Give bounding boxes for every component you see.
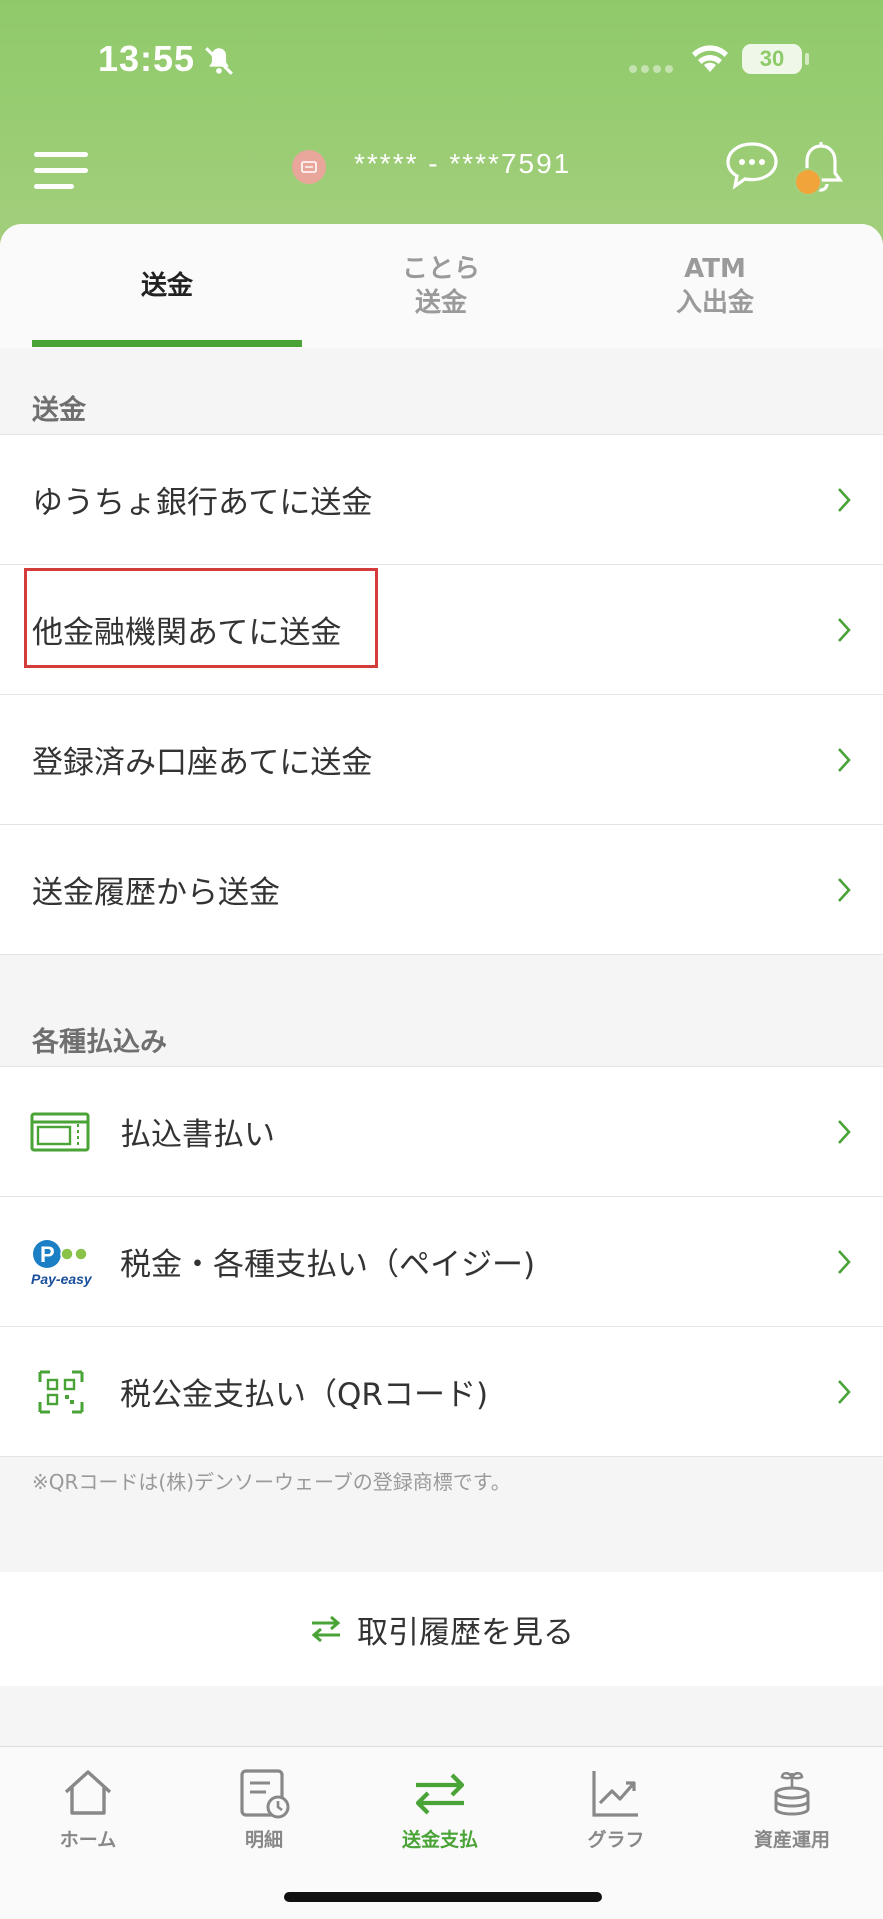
section-title-payments: 各種払込み: [32, 1027, 167, 1058]
nav-home[interactable]: ホーム: [0, 1757, 176, 1877]
qr-code-icon: [38, 1370, 84, 1413]
list-item-label: 登録済み口座あてに送金: [32, 745, 373, 781]
chevron-right-icon: [838, 747, 851, 772]
bell-off-icon: [205, 47, 233, 75]
battery-cap: [805, 53, 809, 65]
nav-statement[interactable]: 明細: [176, 1757, 352, 1877]
nav-label: 資産運用: [753, 1829, 830, 1851]
nav-asset[interactable]: 資産運用: [704, 1757, 880, 1877]
nav-label: グラフ: [587, 1829, 645, 1851]
list-item-label: 払込書払い: [120, 1117, 275, 1153]
swap-arrows-icon: [311, 1615, 341, 1643]
payment-slip-icon: [30, 1112, 90, 1151]
tab-atm[interactable]: ATM 入出金: [580, 224, 850, 348]
section-title-transfer: 送金: [32, 395, 86, 426]
list-item-history-transfer[interactable]: 送金履歴から送金: [0, 825, 883, 955]
tab-transfer[interactable]: 送金: [32, 224, 302, 348]
home-icon: [64, 1770, 112, 1815]
signal-icon: [629, 65, 673, 73]
tab-label: ことら 送金: [401, 254, 480, 318]
nav-graph[interactable]: グラフ: [528, 1757, 704, 1877]
nav-label: 送金支払: [401, 1829, 478, 1851]
asset-icon: [774, 1771, 810, 1816]
account-card-icon: [292, 150, 326, 184]
highlight-box: [24, 568, 378, 668]
chat-icon[interactable]: [724, 140, 780, 190]
tab-label: ATM 入出金: [675, 254, 754, 318]
chevron-right-icon: [838, 487, 851, 512]
chevron-right-icon: [838, 877, 851, 902]
trademark-note: ※QRコードは(株)デンソーウェーブの登録商標です。: [32, 1470, 511, 1494]
list-item-label: 税公金支払い（QRコード): [120, 1377, 489, 1413]
nav-label: 明細: [244, 1829, 283, 1851]
tab-kotora-transfer[interactable]: ことら 送金: [306, 224, 576, 348]
content-sheet: 送金 ことら 送金 ATM 入出金 送金 ゆうちょ銀行あてに送金 他金融機関あて…: [0, 224, 883, 1918]
statement-icon: [240, 1769, 290, 1819]
tab-label: 送金: [140, 271, 193, 301]
transaction-history-button[interactable]: 取引履歴を見る: [0, 1572, 883, 1686]
payments-list: 払込書払い P Pay-easy 税金・各種支払い（ペイジー) 税公金支払い（Q…: [0, 1066, 883, 1457]
list-item-yucho-transfer[interactable]: ゆうちょ銀行あてに送金: [0, 435, 883, 565]
tab-bar: 送金 ことら 送金 ATM 入出金: [0, 224, 883, 348]
list-item-payment-slip[interactable]: 払込書払い: [0, 1067, 883, 1197]
home-indicator: [284, 1892, 602, 1902]
svg-text:Pay-easy: Pay-easy: [31, 1271, 93, 1287]
list-item-label: ゆうちょ銀行あてに送金: [32, 485, 373, 521]
list-item-qr-payment[interactable]: 税公金支払い（QRコード): [0, 1327, 883, 1457]
status-time: 13:55: [98, 38, 196, 79]
chevron-right-icon: [838, 1119, 851, 1144]
history-link-label: 取引履歴を見る: [357, 1614, 574, 1651]
nav-transfer[interactable]: 送金支払: [352, 1757, 528, 1877]
app-header: 13:55 30 ***** - ****7591: [0, 0, 883, 260]
chevron-right-icon: [838, 1379, 851, 1404]
account-number[interactable]: ***** - ****7591: [354, 148, 571, 180]
list-item-label: 送金履歴から送金: [32, 875, 280, 911]
svg-text:P: P: [40, 1242, 55, 1267]
hamburger-menu-icon[interactable]: [32, 150, 90, 192]
list-item-registered-account-transfer[interactable]: 登録済み口座あてに送金: [0, 695, 883, 825]
pay-easy-logo: P Pay-easy: [31, 1239, 93, 1287]
transfer-list: ゆうちょ銀行あてに送金 他金融機関あてに送金 登録済み口座あてに送金 送金履歴か…: [0, 434, 883, 955]
chevron-right-icon: [838, 617, 851, 642]
list-item-pay-easy[interactable]: P Pay-easy 税金・各種支払い（ペイジー): [0, 1197, 883, 1327]
active-tab-indicator: [32, 340, 302, 347]
transfer-icon: [415, 1773, 465, 1815]
nav-label: ホーム: [59, 1829, 117, 1851]
list-item-label: 税金・各種支払い（ペイジー): [120, 1247, 536, 1283]
wifi-icon: [692, 45, 728, 72]
graph-icon: [592, 1771, 638, 1817]
chevron-right-icon: [838, 1249, 851, 1274]
battery-indicator: 30: [742, 44, 802, 74]
notification-badge: [794, 168, 822, 196]
